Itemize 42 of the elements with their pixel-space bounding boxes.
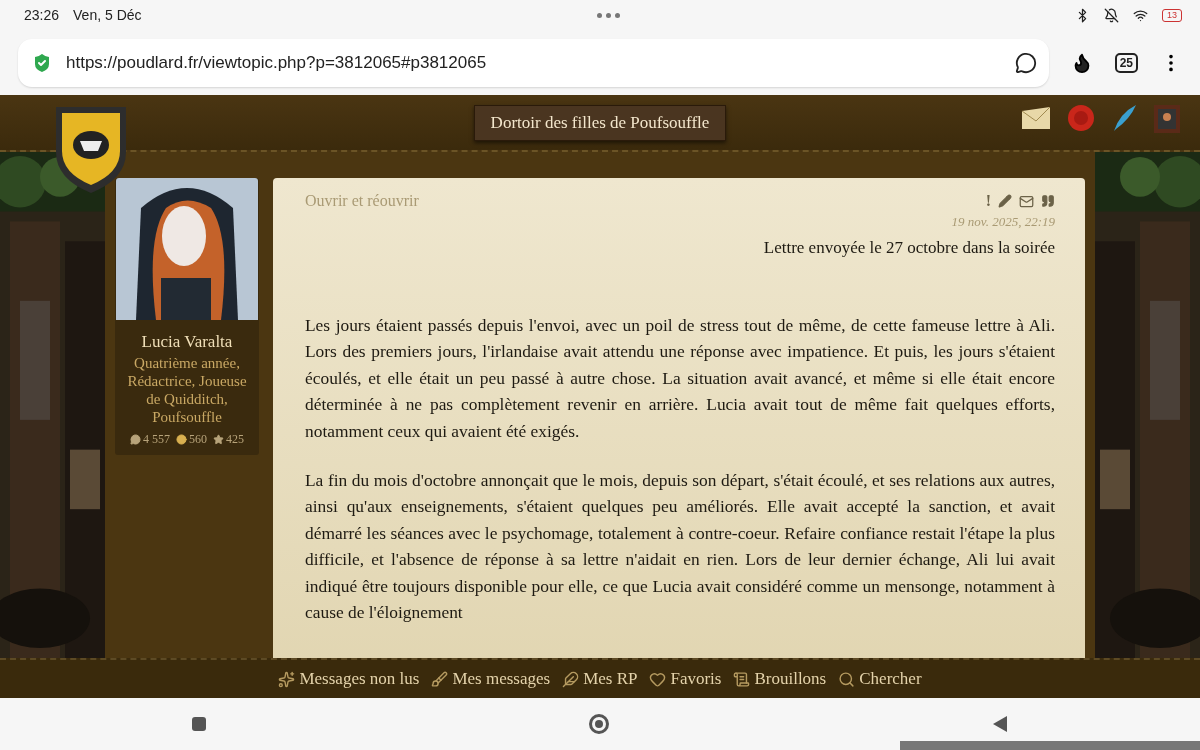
edit-icon[interactable] [998, 194, 1012, 208]
bell-off-icon [1104, 7, 1119, 23]
search-icon [838, 670, 856, 688]
post-paragraph: La fin du mois d'octobre annonçait que le mois, depuis son départ, s'était écoulé, et ses relations aux autres, ainsi qu'aux enseignements, s'étaient quelques peu améliorés. Elle avait accepté la sanction, et avait démarré les séances avec le psychomage, totalement à contre-coeur. Refaire confiance restait l'étape la plus difficile, et l'absence de réponse à sa lettre n'aidait en rien. Lors de leur dernier échange, Ali lui avait indiqué être toujours disponible pour elle, ce que Lucia avait considéré comme un mensonge, notamment à cause de l'éloignement [305, 469, 1055, 625]
scroll-icon [733, 670, 751, 688]
stat-count: 425 [226, 432, 244, 447]
quote-icon[interactable] [1041, 194, 1055, 208]
menu-link[interactable]: Chercher [838, 669, 922, 689]
home-button[interactable] [589, 714, 609, 734]
coin-icon [176, 434, 187, 445]
clock: 23:26 [24, 7, 60, 23]
menu-link[interactable]: Favoris [649, 669, 722, 689]
stat-count: 4 557 [143, 432, 170, 447]
portrait-frame-icon[interactable] [1152, 103, 1182, 135]
report-button[interactable]: ! [985, 192, 991, 210]
stat-count: 560 [189, 432, 207, 447]
date: Ven, 5 Déc [73, 7, 142, 23]
post-date: 19 nov. 2025, 22:19 [951, 214, 1055, 230]
letter-heading: Lettre envoyée le 27 octobre dans la soirée [762, 238, 1055, 258]
menu-link[interactable]: Messages non lus [278, 669, 420, 689]
author-name[interactable]: Lucia Varalta [141, 332, 233, 352]
post-paragraph: Les jours étaient passés depuis l'envoi, avec un poil de stress tout de même, de cette fameuse lettre à Ali. Lors des premiers jours, l'irlandaise avait attendu une réponse avec impatience. Et puis, les jours s'étaient écoulés, et elle était un peu passé à autre chose. La situation avait avancé, et même si elle était encore déterminée à ne pas complètement revenir en arrière. Lucia avait tout de même fait quelques efforts, notamment ceux qui avaient été exigés. [305, 314, 1055, 443]
menu-link[interactable]: Brouillons [733, 669, 827, 689]
sparkle-icon [278, 670, 296, 688]
author-rank: Quatrième année, Rédactrice, Joueuse de Quidditch, Poufsouffle [126, 354, 248, 426]
star-icon [213, 434, 224, 445]
mail-icon[interactable] [1019, 193, 1034, 209]
brush-icon [431, 670, 449, 688]
menu-link[interactable]: Mes messages [431, 669, 551, 689]
battery-level: 13 [1162, 8, 1182, 22]
gesture-handle[interactable] [900, 741, 1200, 750]
recents-button[interactable] [191, 717, 206, 731]
heart-icon [649, 670, 667, 688]
speech-bubble-icon [130, 434, 141, 445]
back-button[interactable] [992, 715, 1009, 733]
wifi-icon [1133, 7, 1148, 23]
tab-count-button[interactable]: 25 [1114, 52, 1138, 73]
menu-link[interactable]: Mes RP [562, 669, 638, 689]
feather-icon [562, 670, 580, 688]
post-title: Ouvrir et réouvrir [305, 192, 419, 211]
forum-title: Dortoir des filles de Poufsouffle [473, 104, 727, 141]
address-bar[interactable]: https://poudlard.fr/viewtopic.php?p=3812065#p3812065 [18, 38, 1049, 87]
